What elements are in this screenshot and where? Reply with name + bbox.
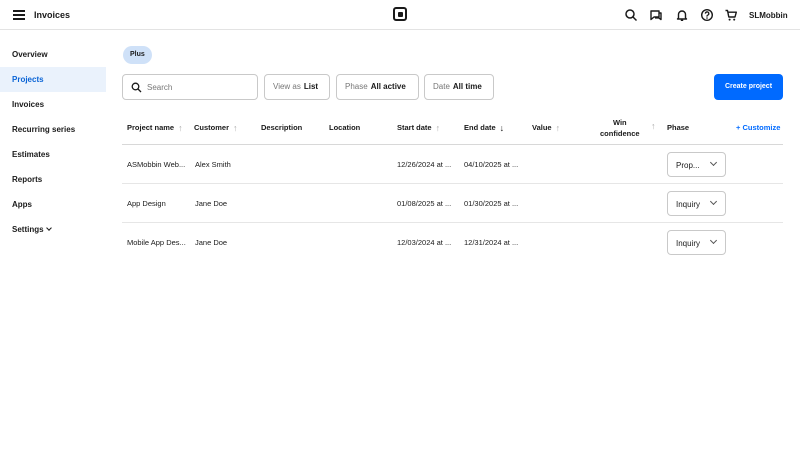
cell-customer: Jane Doe [195,238,228,247]
table-header: Project name ↑ Customer ↑ Description Loca… [122,112,783,145]
cell-end-date: 01/30/2025 at ... [464,199,519,208]
phase-select[interactable]: Inquiry [667,230,726,255]
phase-select[interactable]: Prop... [667,152,726,177]
cell-start-date: 12/26/2024 at ... [397,160,452,169]
cell-start-date: 01/08/2025 at ... [397,199,452,208]
cell-project-name: Mobile App Des... [127,238,186,247]
bell-icon[interactable] [675,8,689,22]
search-input[interactable] [147,80,252,95]
column-header-start-date[interactable]: Start date ↑ [397,123,440,133]
cell-end-date: 12/31/2024 at ... [464,238,519,247]
sort-arrow-up-icon: ↑ [233,123,238,133]
phase-select-value: Inquiry [676,200,701,209]
view-as-dropdown[interactable]: View as List [264,74,330,100]
help-icon[interactable] [700,8,714,22]
sort-arrow-up-icon: ↑ [651,121,656,131]
sidebar-item-apps[interactable]: Apps [0,192,106,217]
search-icon [131,82,142,93]
table-row[interactable]: App Design Jane Doe 01/08/2025 at ... 01… [122,184,783,223]
sidebar: Overview Projects Invoices Recurring ser… [0,42,106,242]
column-header-location: Location [329,123,361,132]
view-as-label: View as [273,82,301,91]
customize-columns-link[interactable]: + Customize [736,123,780,132]
account-username[interactable]: SLMobbin [749,11,788,20]
sidebar-item-overview[interactable]: Overview [0,42,106,67]
column-header-win-confidence[interactable]: Win confidence [600,117,640,139]
phase-select[interactable]: Inquiry [667,191,726,216]
column-header-project-name[interactable]: Project name ↑ [127,123,183,133]
column-header-value[interactable]: Value ↑ [532,123,560,133]
sidebar-item-settings[interactable]: Settings [0,217,106,242]
chevron-down-icon [709,158,718,167]
cell-start-date: 12/03/2024 at ... [397,238,452,247]
sort-arrow-up-icon: ↑ [178,123,183,133]
chevron-down-icon [45,225,52,231]
chevron-down-icon [709,236,718,245]
sort-arrow-up-icon: ↑ [555,123,561,133]
column-header-description: Description [261,123,303,132]
cell-customer: Jane Doe [195,199,228,208]
date-filter-label: Date [433,82,450,91]
phase-filter-value: All active [370,82,406,91]
sidebar-item-estimates[interactable]: Estimates [0,142,106,167]
chat-icon[interactable] [649,8,663,22]
date-filter-value: All time [452,82,482,91]
cell-end-date: 04/10/2025 at ... [464,160,519,169]
table-row[interactable]: Mobile App Des... Jane Doe 12/03/2024 at… [122,223,783,262]
cell-customer: Alex Smith [195,160,231,169]
column-header-customer[interactable]: Customer ↑ [194,123,238,133]
top-bar: Invoices SLMobbin [0,0,800,30]
column-header-phase: Phase [667,123,690,132]
sidebar-item-invoices[interactable]: Invoices [0,92,106,117]
sidebar-item-label: Settings [12,225,44,234]
sidebar-item-projects[interactable]: Projects [0,67,106,92]
sort-arrow-up-icon: ↑ [435,123,441,133]
phase-select-value: Prop... [676,161,700,170]
phase-filter-label: Phase [345,82,368,91]
phase-select-value: Inquiry [676,239,701,248]
column-header-end-date[interactable]: End date ↓ [464,123,504,133]
create-project-button[interactable]: Create project [714,74,783,100]
square-logo-icon[interactable] [393,7,407,21]
search-box[interactable] [122,74,258,100]
sidebar-item-reports[interactable]: Reports [0,167,106,192]
cell-project-name: ASMobbin Web... [127,160,186,169]
date-filter-dropdown[interactable]: Date All time [424,74,494,100]
cell-project-name: App Design [127,199,166,208]
sort-arrow-down-icon: ↓ [499,123,505,133]
chevron-down-icon [709,197,718,206]
phase-filter-dropdown[interactable]: Phase All active [336,74,419,100]
view-as-value: List [303,82,319,91]
table-row[interactable]: ASMobbin Web... Alex Smith 12/26/2024 at… [122,145,783,184]
cart-icon[interactable] [724,8,738,22]
plan-badge: Plus [123,46,152,64]
menu-icon[interactable] [13,10,25,20]
sidebar-item-recurring-series[interactable]: Recurring series [0,117,106,142]
page-title: Invoices [34,10,71,20]
search-icon[interactable] [624,8,638,22]
